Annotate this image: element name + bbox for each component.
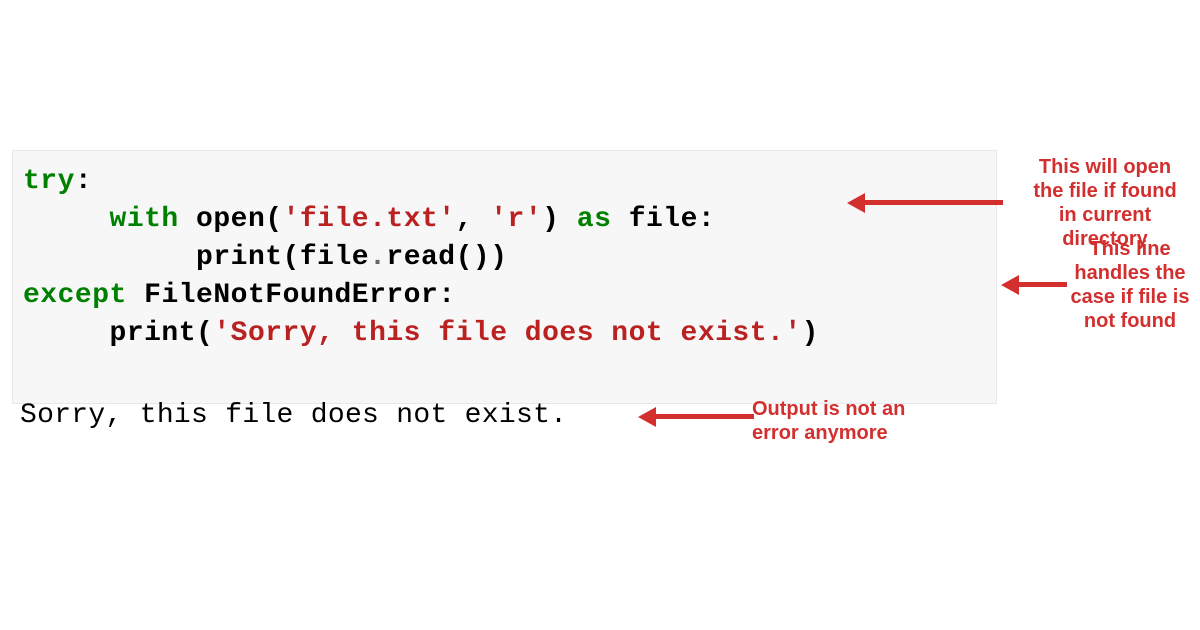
code-line-5: print('Sorry, this file does not exist.'…: [23, 315, 986, 353]
string-message: 'Sorry, this file does not exist.': [213, 318, 801, 349]
output-text: Sorry, this file does not exist.: [20, 400, 567, 431]
keyword-as: as: [577, 204, 612, 235]
annotation-except: This line handles the case if file is no…: [1060, 237, 1200, 333]
keyword-try: try: [23, 166, 75, 197]
fn-open: open: [196, 204, 265, 235]
annotation-output: Output is not an error anymore: [752, 397, 952, 445]
code-line-3: print(file.read()): [23, 239, 986, 277]
exception-name: FileNotFoundError:: [144, 280, 455, 311]
code-line-2: with open('file.txt', 'r') as file:: [23, 201, 986, 239]
fn-print: print: [110, 318, 197, 349]
code-line-4: except FileNotFoundError:: [23, 277, 986, 315]
keyword-with: with: [110, 204, 179, 235]
code-block: try: with open('file.txt', 'r') as file:…: [12, 150, 997, 404]
keyword-except: except: [23, 280, 127, 311]
fn-print: print: [196, 242, 283, 273]
string-filename: 'file.txt': [283, 204, 456, 235]
var-file: file:: [629, 204, 716, 235]
string-mode: 'r': [490, 204, 542, 235]
code-line-1: try:: [23, 163, 986, 201]
